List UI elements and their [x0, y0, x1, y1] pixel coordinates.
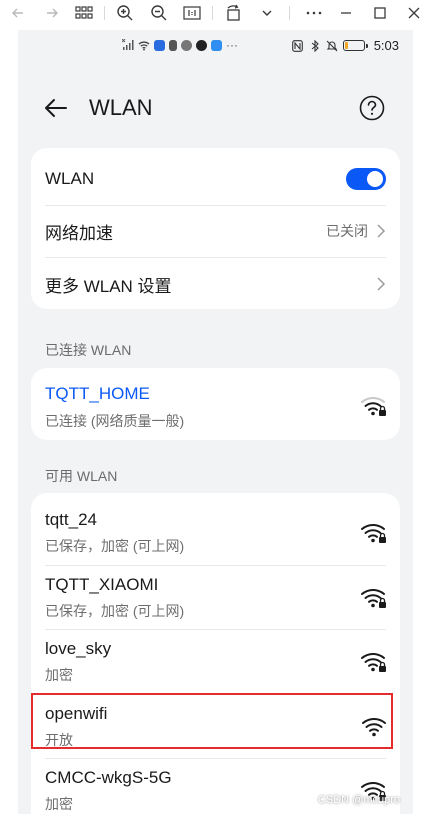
network-status: 开放	[45, 731, 73, 748]
network-status: 加密	[45, 667, 73, 683]
app-notification-icon	[154, 39, 165, 51]
status-time: 5:03	[373, 38, 399, 53]
no-sim-signal-icon	[122, 39, 134, 52]
divider	[45, 205, 386, 206]
network-item[interactable]: TQTT_XIAOMI 已保存，加密 (可上网)	[31, 566, 400, 630]
connected-network-item[interactable]: TQTT_HOME 已连接 (网络质量一般)	[31, 372, 400, 436]
nfc-icon	[292, 39, 304, 52]
minimize-icon[interactable]	[336, 3, 356, 23]
mute-bell-icon	[326, 39, 338, 52]
phone-screen: ··· 5:03 WLAN WLAN 网络加速 已关闭 更多 WLAN 设置 已…	[18, 30, 413, 814]
wifi-locked-icon	[361, 588, 386, 608]
available-networks-card: tqtt_24 已保存，加密 (可上网) TQTT_XIAOMI 已保存，加密 (可上…	[31, 493, 400, 814]
more-notifications-icon: ···	[226, 38, 238, 52]
app-notification-icon	[169, 39, 177, 51]
chevron-down-icon[interactable]	[257, 3, 277, 23]
wlan-toggle-label: WLAN	[45, 169, 95, 188]
network-item[interactable]: tqtt_24 已保存，加密 (可上网)	[31, 501, 400, 565]
network-name: openwifi	[45, 703, 108, 723]
maximize-icon[interactable]	[370, 3, 390, 23]
network-name: tqtt_24	[45, 510, 97, 529]
network-item[interactable]: love_sky 加密	[31, 630, 400, 694]
more-wlan-settings-row[interactable]: 更多 WLAN 设置	[45, 271, 386, 297]
network-status: 已保存，加密 (可上网)	[45, 602, 185, 619]
network-name: TQTT_HOME	[45, 384, 150, 403]
network-status: 已保存，加密 (可上网)	[45, 538, 185, 554]
help-icon	[359, 95, 385, 121]
network-name: CMCC-wkgS-5G	[45, 768, 172, 787]
arrow-left-icon	[45, 99, 67, 117]
chevron-right-icon	[377, 224, 386, 238]
wlan-toggle-switch[interactable]	[346, 168, 386, 190]
rotate-icon[interactable]	[224, 3, 244, 23]
qq-icon	[196, 39, 207, 51]
zoom-in-icon[interactable]	[115, 3, 135, 23]
network-name: TQTT_XIAOMI	[45, 574, 159, 594]
watermark: CSDN @mcupro	[317, 794, 400, 806]
page-title: WLAN	[89, 95, 153, 120]
bluetooth-icon	[309, 39, 321, 52]
close-icon[interactable]	[404, 3, 424, 23]
wifi-locked-icon	[361, 653, 386, 672]
arrow-left-icon[interactable]	[8, 3, 28, 23]
network-name: love_sky	[45, 639, 112, 658]
wlan-settings-card: WLAN 网络加速 已关闭 更多 WLAN 设置	[31, 148, 400, 309]
network-status: 加密	[45, 796, 73, 812]
available-section-label: 可用 WLAN	[45, 468, 118, 484]
grid-icon[interactable]	[74, 3, 94, 23]
divider	[45, 257, 386, 258]
battery-level	[344, 42, 349, 49]
more-icon[interactable]	[304, 3, 324, 23]
network-acceleration-value: 已关闭	[326, 223, 368, 239]
network-item[interactable]: openwifi 开放	[31, 695, 400, 759]
fit-icon[interactable]	[182, 3, 202, 23]
network-acceleration-label: 网络加速	[45, 223, 113, 243]
zoom-out-icon[interactable]	[149, 3, 169, 23]
network-status: 已连接 (网络质量一般)	[45, 413, 185, 429]
toggle-knob	[367, 171, 383, 187]
more-wlan-settings-label: 更多 WLAN 设置	[45, 276, 172, 296]
wifi-status-icon	[138, 39, 150, 52]
connected-network-card: TQTT_HOME 已连接 (网络质量一般)	[31, 368, 400, 440]
wifi-weak-locked-icon	[361, 397, 386, 416]
chevron-right-icon	[377, 277, 386, 291]
wlan-toggle-row[interactable]: WLAN	[45, 166, 386, 192]
wifi-open-icon	[362, 717, 386, 736]
status-bar: ··· 5:03	[18, 30, 413, 60]
connected-section-label: 已连接 WLAN	[45, 342, 132, 358]
battery-icon	[342, 40, 368, 51]
arrow-right-icon[interactable]	[42, 3, 62, 23]
app-notification-icon	[181, 39, 192, 51]
help-button[interactable]	[359, 95, 385, 121]
cloud-app-icon	[211, 39, 222, 51]
viewer-toolbar	[0, 0, 436, 26]
network-acceleration-row[interactable]: 网络加速 已关闭	[45, 218, 386, 244]
wifi-locked-icon	[361, 524, 386, 543]
back-button[interactable]	[42, 94, 70, 122]
app-header: WLAN	[18, 82, 413, 134]
